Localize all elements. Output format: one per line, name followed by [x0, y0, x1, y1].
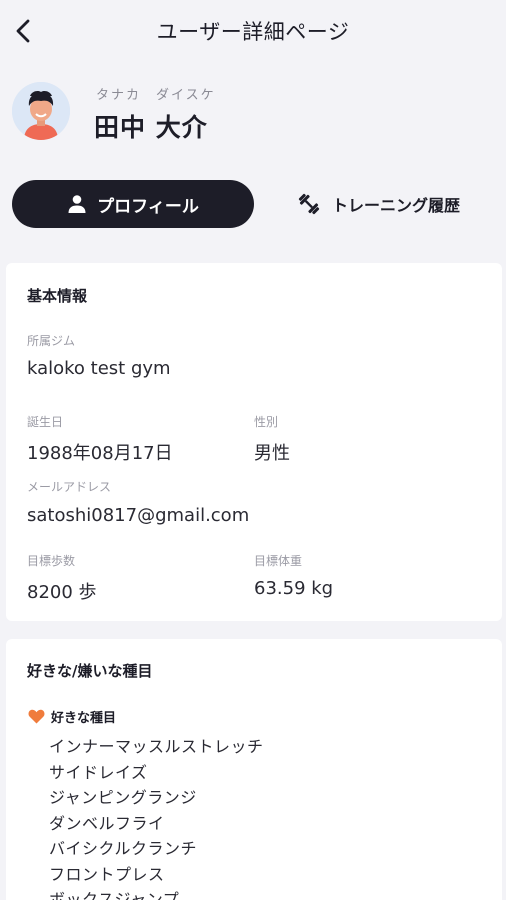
- user-name-kana: タナカ ダイスケ: [96, 88, 216, 103]
- header: ユーザー詳細ページ: [0, 0, 506, 62]
- target-weight-value: 63.59 kg: [254, 578, 334, 599]
- like-item: サイドレイズ: [49, 762, 148, 782]
- email-value: satoshi0817@gmail.com: [27, 505, 250, 526]
- heart-icon: [28, 709, 45, 724]
- email-label: メールアドレス: [27, 480, 112, 494]
- tab-profile-label: プロフィール: [97, 196, 199, 217]
- basic-info-title: 基本情報: [27, 287, 88, 305]
- gym-label: 所属ジム: [27, 334, 76, 348]
- target-steps-value: 8200 歩: [27, 582, 97, 603]
- like-item: インナーマッスルストレッチ: [49, 737, 264, 756]
- preferences-card: 好きな/嫌いな種目 好きな種目 インナーマッスルストレッチ サイドレイズ ジャン…: [6, 639, 502, 900]
- target-weight-label: 目標体重: [254, 554, 303, 568]
- gender-value: 男性: [254, 443, 290, 464]
- like-item: バイシクルクランチ: [49, 839, 198, 858]
- basic-info-card: 基本情報 所属ジム kaloko test gym 誕生日 1988年08月17…: [6, 263, 502, 621]
- target-steps-label: 目標歩数: [27, 554, 76, 568]
- like-item: フロントプレス: [49, 864, 165, 884]
- tab-history-label: トレーニング履歴: [331, 196, 460, 215]
- profile-header: タナカ ダイスケ 田中 大介: [12, 82, 492, 142]
- avatar-illustration: [12, 82, 70, 140]
- preferences-title: 好きな/嫌いな種目: [27, 662, 153, 680]
- gender-label: 性別: [254, 415, 279, 429]
- like-item: ボックスジャンプ: [49, 890, 180, 900]
- likes-header: 好きな種目: [28, 707, 116, 726]
- page-title: ユーザー詳細ページ: [156, 20, 350, 44]
- tab-profile[interactable]: プロフィール: [12, 180, 254, 228]
- person-icon: [68, 195, 86, 213]
- like-item: ダンベルフライ: [49, 813, 165, 833]
- likes-label: 好きな種目: [51, 711, 117, 726]
- tab-training-history[interactable]: トレーニング履歴: [262, 180, 494, 228]
- gym-value: kaloko test gym: [27, 358, 171, 379]
- like-item: ジャンピングランジ: [49, 788, 197, 807]
- avatar: [12, 82, 70, 140]
- user-name: 田中 大介: [94, 113, 208, 142]
- birthday-label: 誕生日: [27, 415, 64, 429]
- birthday-value: 1988年08月17日: [27, 443, 173, 464]
- likes-list: インナーマッスルストレッチ サイドレイズ ジャンピングランジ ダンベルフライ バ…: [49, 734, 264, 900]
- dumbbell-icon: [298, 193, 320, 215]
